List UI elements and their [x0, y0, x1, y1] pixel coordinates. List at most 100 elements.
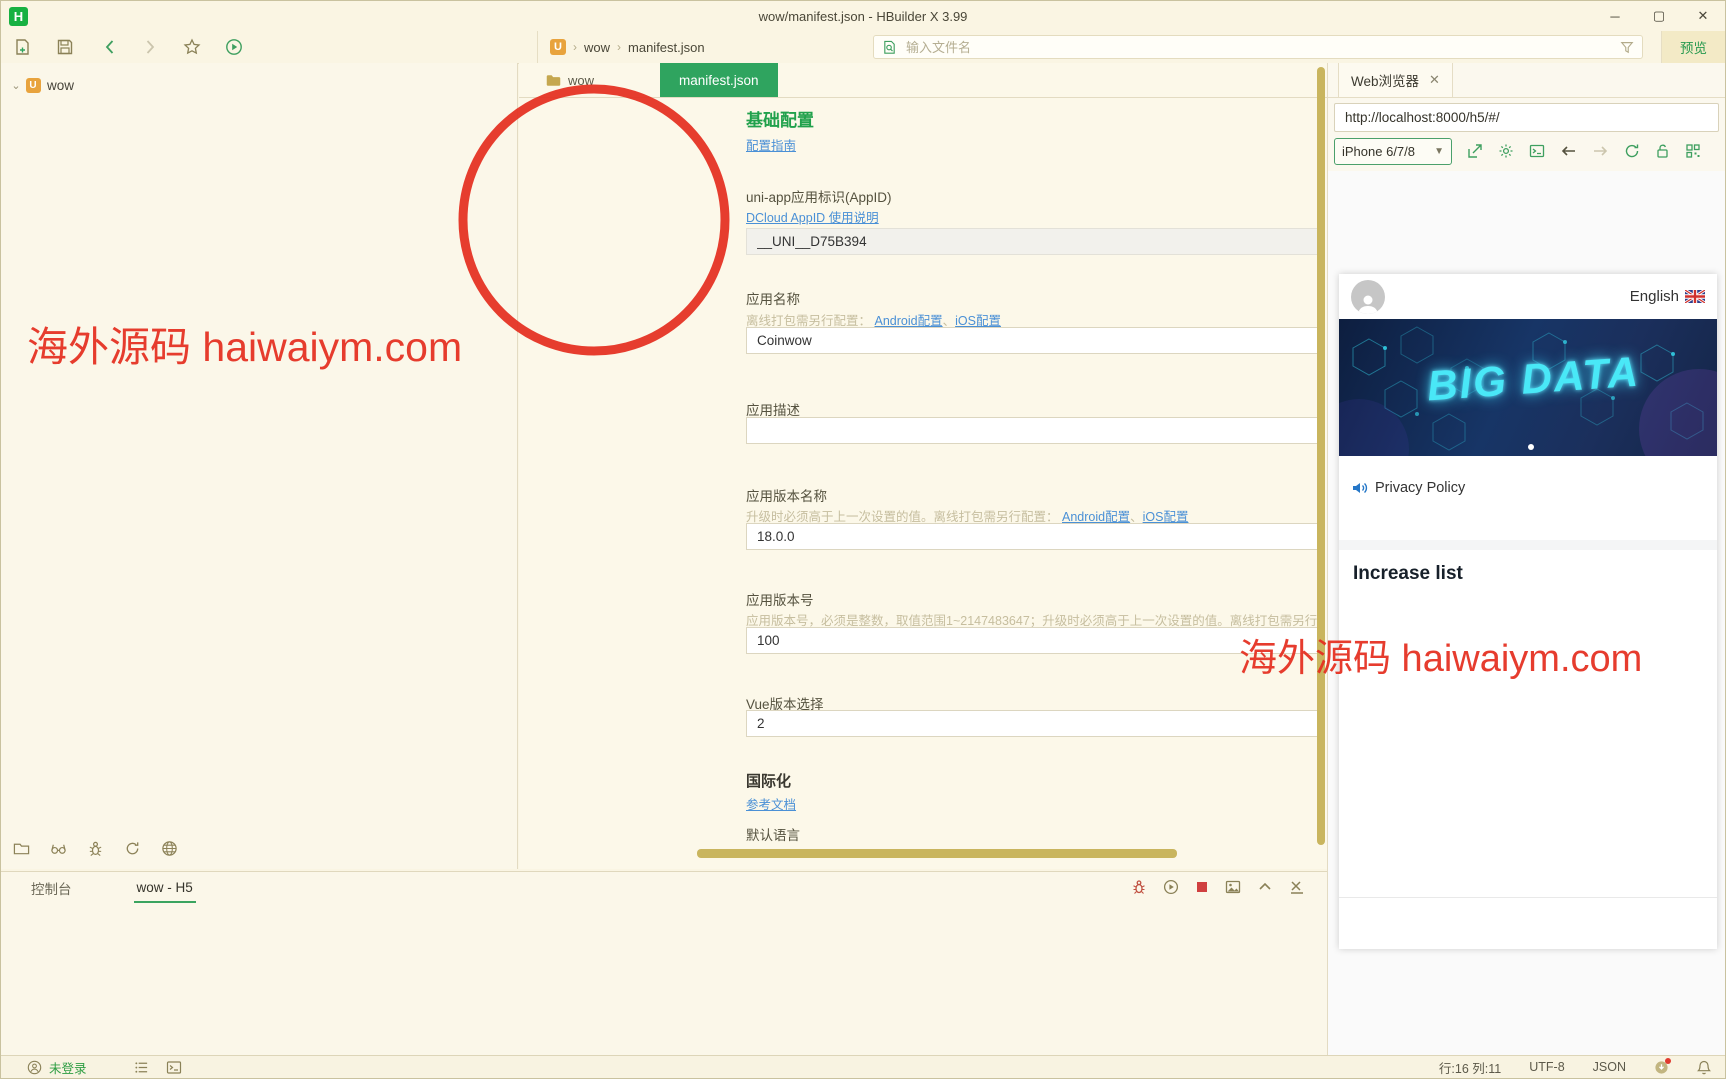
language-label: English — [1630, 288, 1679, 305]
url-bar[interactable] — [1334, 103, 1719, 132]
outline-list-icon[interactable] — [134, 1060, 149, 1075]
dcloud-appid-help-link[interactable]: DCloud AppID 使用说明 — [746, 211, 879, 225]
login-status[interactable]: 未登录 — [49, 1058, 87, 1077]
tab-manifest-json[interactable]: manifest.json — [660, 63, 778, 97]
cursor-position[interactable]: 行:16 列:11 — [1439, 1058, 1501, 1077]
bookmark-star-icon[interactable] — [183, 38, 201, 56]
close-button[interactable]: ✕ — [1681, 1, 1725, 31]
console-panel: 控制台 wow - H5 — [1, 871, 1327, 1056]
browser-tab-bar: Web浏览器 ✕ — [1328, 63, 1726, 98]
android-config-link[interactable]: Android配置 — [875, 314, 943, 328]
search-input[interactable] — [904, 39, 1613, 56]
forward-icon[interactable] — [141, 38, 159, 56]
settings-gear-icon[interactable] — [1498, 143, 1514, 159]
section-divider — [1339, 540, 1717, 550]
collapse-panel-icon[interactable] — [1257, 879, 1273, 895]
editor-tab-bar: wow manifest.json — [519, 63, 1327, 98]
unlock-icon[interactable] — [1655, 143, 1670, 159]
debug-ant-icon[interactable] — [87, 840, 104, 857]
ios-config-link[interactable]: iOS配置 — [955, 314, 1001, 328]
devtools-console-icon[interactable] — [1529, 143, 1545, 159]
announcement-speaker-icon — [1351, 480, 1369, 496]
chevron-down-icon: ▼ — [1434, 146, 1444, 157]
terminal-icon[interactable] — [166, 1060, 182, 1075]
project-explorer: ⌄ U wow — [1, 63, 518, 869]
version-code-input[interactable] — [746, 627, 1319, 654]
preview-glasses-icon[interactable] — [50, 840, 67, 857]
ios-config-link[interactable]: iOS配置 — [1143, 510, 1189, 524]
notice-bar[interactable]: Privacy Policy — [1339, 456, 1717, 496]
clear-console-icon[interactable] — [1289, 879, 1305, 895]
config-guide-link[interactable]: 配置指南 — [746, 139, 796, 153]
preview-button[interactable]: 预览 — [1661, 31, 1725, 63]
app-preview: English — [1339, 274, 1717, 949]
section-title: Increase list — [1339, 550, 1717, 585]
version-name-input[interactable] — [746, 523, 1319, 550]
console-tab-wow-h5[interactable]: wow - H5 — [134, 873, 196, 903]
hbuilderx-window: H wow/manifest.json - HBuilder X 3.99 ─ … — [0, 0, 1726, 1079]
tab-wow[interactable]: wow — [546, 63, 594, 97]
language-mode[interactable]: JSON — [1593, 1060, 1626, 1074]
app-desc-input[interactable] — [746, 417, 1319, 444]
status-bar: 未登录 行:16 列:11 UTF-8 JSON — [1, 1055, 1725, 1078]
update-icon[interactable] — [1654, 1060, 1669, 1075]
title-bar: H wow/manifest.json - HBuilder X 3.99 ─ … — [1, 1, 1725, 31]
notification-bell-icon[interactable] — [1697, 1060, 1711, 1075]
app-name-label: 应用名称 — [746, 288, 800, 308]
tree-root[interactable]: ⌄ U wow — [1, 73, 517, 98]
tab-web-browser[interactable]: Web浏览器 ✕ — [1338, 63, 1453, 97]
appid-input[interactable] — [746, 228, 1319, 255]
browser-toolbar: iPhone 6/7/8 ▼ — [1334, 137, 1701, 165]
default-lang-label: 默认语言 — [746, 824, 800, 844]
i18n-doc-link[interactable]: 参考文档 — [746, 798, 796, 812]
new-file-icon[interactable] — [14, 38, 32, 56]
collapse-folders-icon[interactable] — [13, 840, 30, 857]
encoding-indicator[interactable]: UTF-8 — [1529, 1060, 1564, 1074]
globe-icon[interactable] — [161, 840, 178, 857]
horizontal-scrollbar[interactable] — [697, 849, 1177, 858]
stop-icon[interactable] — [1195, 880, 1209, 894]
nav-back-icon[interactable] — [1560, 143, 1577, 159]
breadcrumb-file[interactable]: manifest.json — [628, 40, 705, 55]
hbuilderx-logo-icon: H — [9, 7, 28, 26]
banner-carousel[interactable]: BIG DATA — [1339, 319, 1717, 456]
refresh-icon[interactable] — [124, 840, 141, 857]
reload-icon[interactable] — [1624, 143, 1640, 159]
account-icon[interactable] — [27, 1060, 42, 1075]
close-tab-icon[interactable]: ✕ — [1429, 72, 1440, 88]
breadcrumb: U › wow › manifest.json — [537, 31, 705, 63]
vue-version-select[interactable] — [746, 710, 1319, 737]
vertical-scrollbar[interactable] — [1317, 67, 1325, 845]
debug-bug-icon[interactable] — [1131, 879, 1147, 895]
hint-separator: 、 — [1130, 510, 1143, 524]
app-name-input[interactable] — [746, 327, 1319, 354]
file-search-box[interactable] — [873, 35, 1643, 59]
language-switcher[interactable]: English — [1630, 288, 1705, 305]
breadcrumb-project[interactable]: wow — [584, 40, 610, 55]
person-icon — [1356, 292, 1380, 314]
open-external-icon[interactable] — [1467, 143, 1483, 159]
folder-icon — [546, 74, 561, 87]
android-config-link[interactable]: Android配置 — [1062, 510, 1130, 524]
back-icon[interactable] — [101, 38, 119, 56]
window-title: wow/manifest.json - HBuilder X 3.99 — [1, 9, 1725, 24]
filter-icon[interactable] — [1620, 40, 1634, 54]
run-circle-icon[interactable] — [1163, 879, 1179, 895]
save-icon[interactable] — [56, 38, 74, 56]
avatar[interactable] — [1351, 280, 1385, 314]
url-input[interactable] — [1335, 104, 1718, 131]
app-tab-bar — [1339, 897, 1717, 949]
minimize-button[interactable]: ─ — [1593, 1, 1637, 31]
maximize-button[interactable]: ▢ — [1637, 1, 1681, 31]
chevron-down-icon[interactable]: ⌄ — [9, 79, 23, 92]
version-code-label: 应用版本号 — [746, 589, 814, 609]
uk-flag-icon — [1685, 290, 1705, 303]
breadcrumb-separator: › — [617, 40, 621, 54]
i18n-title: 国际化 — [746, 770, 791, 791]
qr-code-icon[interactable] — [1685, 143, 1701, 159]
device-select[interactable]: iPhone 6/7/8 ▼ — [1334, 138, 1452, 165]
run-icon[interactable] — [225, 38, 243, 56]
screenshot-icon[interactable] — [1225, 879, 1241, 895]
version-name-label: 应用版本名称 — [746, 485, 827, 505]
nav-forward-icon[interactable] — [1592, 143, 1609, 159]
